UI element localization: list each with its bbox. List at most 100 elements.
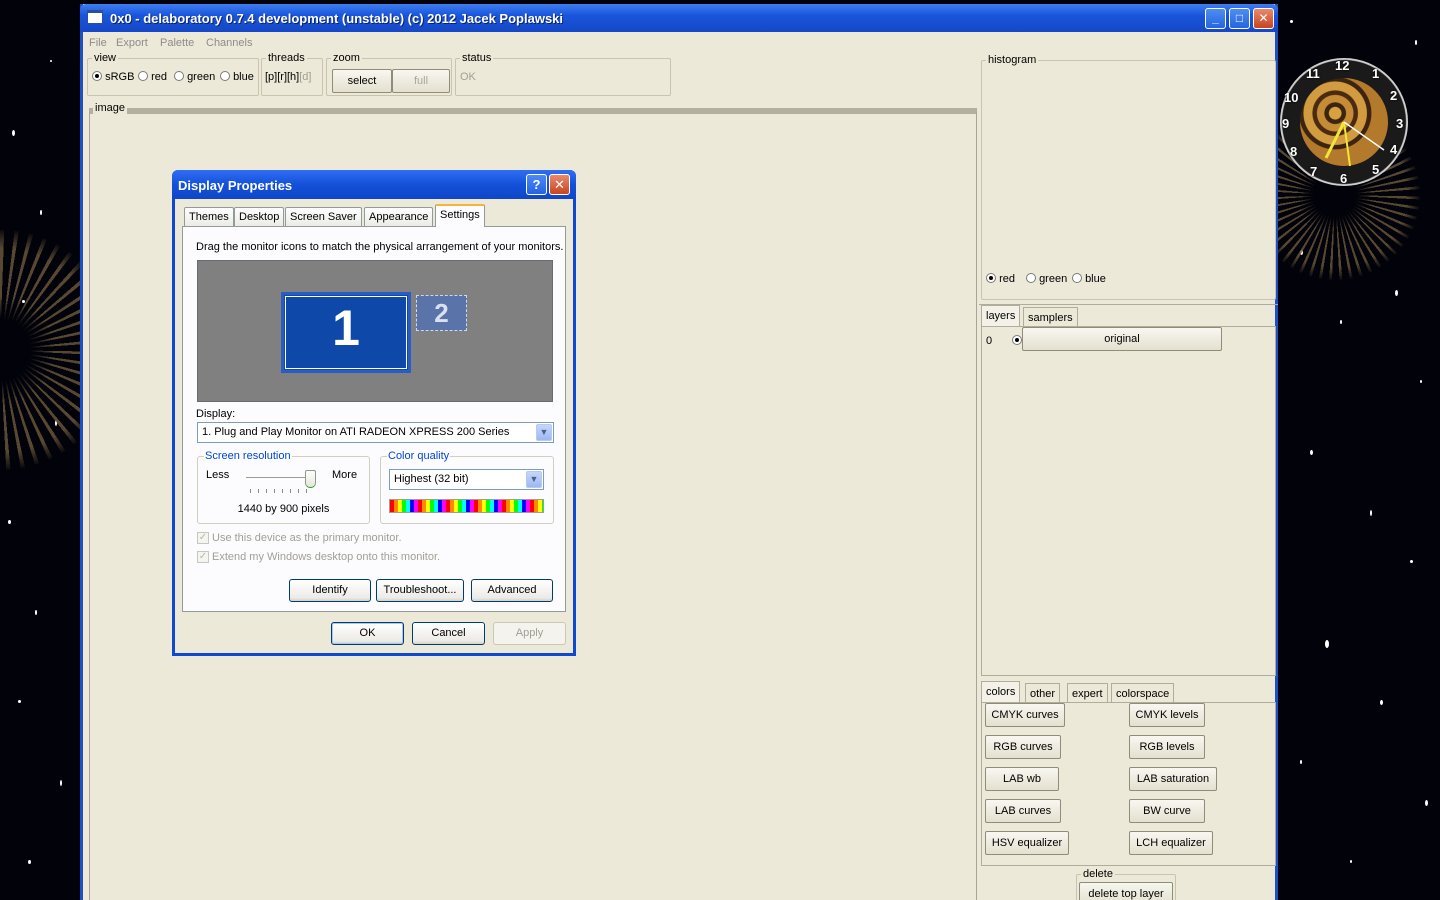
star	[50, 60, 52, 62]
layer-original-button[interactable]: original	[1022, 327, 1222, 351]
chevron-down-icon: ▼	[526, 471, 542, 488]
help-button[interactable]: ?	[526, 174, 547, 195]
star	[8, 520, 11, 524]
extend-desktop-checkbox[interactable]: ✓	[197, 551, 209, 563]
view-option-blue[interactable]: blue	[220, 71, 254, 83]
cancel-button[interactable]: Cancel	[412, 622, 485, 645]
radio-icon	[1072, 273, 1082, 283]
histogram-option-blue[interactable]: blue	[1072, 273, 1106, 285]
zoom-group: zoom select full	[326, 52, 452, 96]
advanced-button[interactable]: Advanced	[471, 579, 553, 602]
menu-bar: File Export Palette Channels	[83, 32, 1275, 52]
dialog-close-button[interactable]: ✕	[549, 174, 570, 195]
display-label: Display:	[196, 408, 236, 420]
tab-expert[interactable]: expert	[1067, 683, 1108, 703]
star	[18, 700, 21, 703]
instruction-text: Drag the monitor icons to match the phys…	[196, 241, 564, 253]
dialog-title: Display Properties	[178, 178, 293, 193]
tab-samplers[interactable]: samplers	[1023, 307, 1078, 327]
star	[12, 130, 15, 136]
resolution-slider-ticks	[250, 489, 314, 493]
tab-themes[interactable]: Themes	[184, 207, 234, 226]
zoom-full-button[interactable]: full	[392, 69, 450, 93]
histogram-option-green[interactable]: green	[1026, 273, 1067, 285]
divider	[979, 304, 1278, 305]
monitor-1-icon[interactable]: 1	[281, 292, 411, 373]
primary-monitor-checkbox[interactable]: ✓	[197, 532, 209, 544]
right-panel: histogram red green blue layers samplers…	[979, 52, 1278, 900]
delete-group: delete delete top layer	[1076, 868, 1176, 900]
threads-group: threads [p][r][h][d]	[261, 52, 323, 96]
tab-settings[interactable]: Settings	[435, 204, 485, 227]
view-option-srgb[interactable]: sRGB	[92, 71, 134, 83]
actions-panel: CMYK curves RGB curves LAB wb LAB curves…	[981, 702, 1276, 866]
lab-wb-button[interactable]: LAB wb	[985, 767, 1059, 791]
resolution-slider-thumb[interactable]	[305, 470, 316, 488]
color-quality-group: Color quality Highest (32 bit) ▼	[380, 450, 554, 524]
color-spectrum-bar	[389, 499, 544, 513]
menu-palette[interactable]: Palette	[160, 37, 194, 49]
rgb-levels-button[interactable]: RGB levels	[1129, 735, 1205, 759]
star	[1370, 510, 1372, 516]
app-window-icon	[87, 10, 103, 24]
lab-curves-button[interactable]: LAB curves	[985, 799, 1061, 823]
status-value: OK	[460, 71, 476, 83]
apply-button[interactable]: Apply	[493, 622, 566, 645]
screen-resolution-group: Screen resolution Less More 1440 by 900 …	[197, 450, 370, 524]
tab-layers[interactable]: layers	[981, 305, 1021, 327]
monitor-arrangement[interactable]: 1 2	[197, 260, 553, 402]
tab-other[interactable]: other	[1025, 683, 1061, 703]
view-option-red[interactable]: red	[138, 71, 167, 83]
tab-appearance[interactable]: Appearance	[364, 207, 434, 226]
close-button[interactable]: ✕	[1253, 8, 1274, 29]
delete-top-layer-button[interactable]: delete top layer	[1079, 882, 1173, 900]
identify-button[interactable]: Identify	[289, 579, 371, 602]
troubleshoot-button[interactable]: Troubleshoot...	[376, 579, 464, 602]
minimize-button[interactable]: _	[1205, 8, 1226, 29]
zoom-label: zoom	[331, 52, 362, 64]
radio-icon	[220, 71, 230, 81]
display-select[interactable]: 1. Plug and Play Monitor on ATI RADEON X…	[197, 422, 554, 443]
tab-desktop[interactable]: Desktop	[234, 207, 285, 226]
lch-equalizer-button[interactable]: LCH equalizer	[1129, 831, 1213, 855]
star	[1380, 700, 1383, 705]
resolution-value: 1440 by 900 pixels	[237, 503, 330, 515]
tab-colors[interactable]: colors	[981, 681, 1021, 703]
rgb-curves-button[interactable]: RGB curves	[985, 735, 1061, 759]
screen-resolution-label: Screen resolution	[204, 450, 292, 462]
hsv-equalizer-button[interactable]: HSV equalizer	[985, 831, 1069, 855]
star	[1340, 320, 1342, 324]
app-titlebar[interactable]: 0x0 - delaboratory 0.7.4 development (un…	[80, 4, 1278, 32]
ok-button[interactable]: OK	[331, 622, 404, 645]
lab-saturation-button[interactable]: LAB saturation	[1129, 767, 1217, 791]
menu-file[interactable]: File	[89, 37, 107, 49]
dialog-titlebar[interactable]: Display Properties ? ✕	[172, 170, 576, 199]
view-option-green[interactable]: green	[174, 71, 215, 83]
status-label: status	[460, 52, 494, 64]
layers-list: 0 original	[981, 326, 1276, 676]
cmyk-curves-button[interactable]: CMYK curves	[985, 703, 1065, 727]
histogram-group: histogram red green blue	[981, 54, 1276, 300]
tab-colorspace[interactable]: colorspace	[1111, 683, 1175, 703]
layer-index: 0	[986, 335, 993, 347]
color-quality-label: Color quality	[387, 450, 451, 462]
radio-icon	[174, 71, 184, 81]
tab-screen-saver[interactable]: Screen Saver	[285, 207, 362, 226]
clock-gadget[interactable]: 12 1 2 3 4 5 6 7 8 9 10 11	[1280, 58, 1408, 186]
status-group: status OK	[455, 52, 671, 96]
color-quality-select[interactable]: Highest (32 bit) ▼	[389, 469, 544, 490]
star	[1350, 860, 1352, 863]
bw-curve-button[interactable]: BW curve	[1129, 799, 1205, 823]
layers-tabs: layers samplers	[981, 305, 1276, 327]
star	[1395, 290, 1398, 296]
maximize-button[interactable]: □	[1229, 8, 1250, 29]
threads-label: threads	[266, 52, 307, 64]
histogram-option-red[interactable]: red	[986, 273, 1015, 285]
menu-export[interactable]: Export	[116, 37, 148, 49]
cmyk-levels-button[interactable]: CMYK levels	[1129, 703, 1205, 727]
resolution-more-label: More	[332, 469, 358, 481]
monitor-2-icon[interactable]: 2	[416, 295, 467, 331]
zoom-select-button[interactable]: select	[332, 69, 392, 93]
menu-channels[interactable]: Channels	[206, 37, 252, 49]
layer-radio[interactable]	[1012, 335, 1022, 347]
